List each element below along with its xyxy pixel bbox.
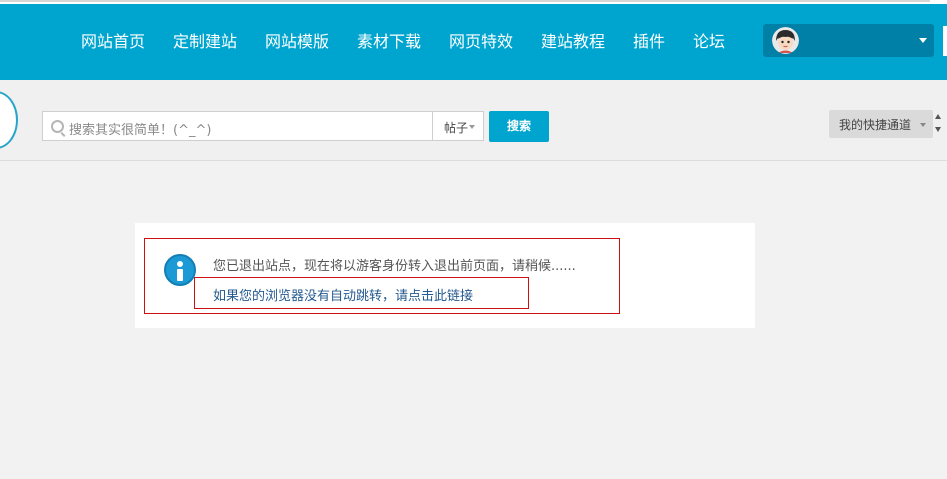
- nav-item-plugins[interactable]: 插件: [633, 31, 665, 53]
- user-menu-button[interactable]: [763, 24, 934, 57]
- scroll-arrows[interactable]: [934, 110, 943, 138]
- nav-item-effects[interactable]: 网页特效: [449, 31, 513, 53]
- site-logo[interactable]: [0, 91, 18, 149]
- quick-access-button[interactable]: 我的快捷通道: [829, 110, 933, 138]
- nav-item-custom-site[interactable]: 定制建站: [173, 31, 237, 53]
- search-type-select[interactable]: 帖子: [432, 111, 484, 141]
- top-navbar: 网站首页 定制建站 网站模版 素材下载 网页特效 建站教程 插件 论坛: [0, 4, 947, 80]
- caret-down-icon: [469, 125, 475, 129]
- quick-access-label: 我的快捷通道: [839, 118, 912, 132]
- user-avatar-icon: [772, 27, 799, 54]
- search-input[interactable]: 搜索其实很简单！(^_^): [42, 111, 432, 141]
- browser-top-line: [0, 0, 930, 2]
- caret-down-icon: [920, 123, 926, 127]
- search-button[interactable]: 搜索: [489, 111, 549, 142]
- arrow-down-icon[interactable]: [935, 127, 941, 132]
- nav-item-templates[interactable]: 网站模版: [265, 31, 329, 53]
- info-icon-dot: [177, 261, 183, 267]
- nav-item-home[interactable]: 网站首页: [81, 31, 145, 53]
- search-bar: 搜索其实很简单！(^_^) 帖子 搜索 我的快捷通道: [0, 80, 947, 161]
- nav-item-forum[interactable]: 论坛: [693, 31, 725, 53]
- info-icon-bar: [177, 269, 183, 281]
- chevron-down-icon: [919, 38, 927, 43]
- search-placeholder: 搜索其实很简单！(^_^): [69, 123, 212, 138]
- search-icon: [51, 120, 64, 133]
- search-type-label: 帖子: [444, 121, 469, 135]
- logout-message: 您已退出站点，现在将以游客身份转入退出前页面，请稍候......: [213, 259, 576, 274]
- page-edge-strip: [943, 26, 947, 56]
- nav-item-downloads[interactable]: 素材下载: [357, 31, 421, 53]
- nav-item-tutorials[interactable]: 建站教程: [541, 31, 605, 53]
- arrow-up-icon[interactable]: [935, 114, 941, 119]
- info-icon: [164, 254, 196, 286]
- redirect-link[interactable]: 如果您的浏览器没有自动跳转，请点击此链接: [213, 285, 473, 304]
